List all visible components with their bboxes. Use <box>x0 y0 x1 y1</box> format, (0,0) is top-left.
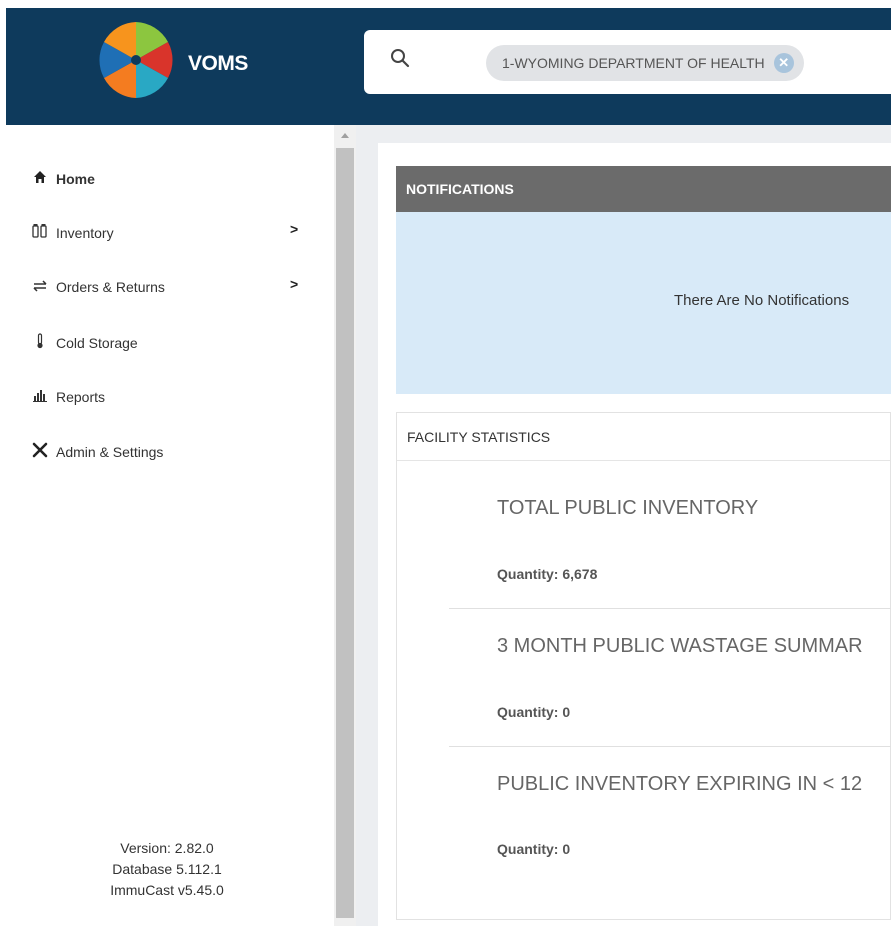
exchange-icon <box>32 279 48 295</box>
notifications-empty-message: There Are No Notifications <box>674 292 850 309</box>
facility-statistics-card: FACILITY STATISTICS TOTAL PUBLIC INVENTO… <box>396 412 891 920</box>
chevron-right-icon[interactable]: > <box>290 276 298 292</box>
sidebar-item-orders-returns[interactable]: Orders & Returns <box>32 279 165 295</box>
search-icon <box>391 49 410 68</box>
sidebar-scrollbar[interactable] <box>334 125 356 926</box>
divider <box>449 746 891 747</box>
notifications-body: There Are No Notifications <box>396 212 891 394</box>
sidebar-item-cold-storage[interactable]: Cold Storage <box>32 333 138 352</box>
facility-chip: 1-WYOMING DEPARTMENT OF HEALTH ✕ <box>486 45 804 81</box>
bar-chart-icon <box>32 388 48 405</box>
divider <box>449 608 891 609</box>
sidebar-item-label: Reports <box>56 388 106 405</box>
sidebar-item-label: Admin & Settings <box>56 443 164 460</box>
notifications-header: NOTIFICATIONS <box>396 166 891 212</box>
sidebar-item-reports[interactable]: Reports <box>32 388 105 405</box>
chevron-right-icon[interactable]: > <box>290 221 298 237</box>
facility-chip-label: 1-WYOMING DEPARTMENT OF HEALTH <box>502 55 765 71</box>
top-bar: VOMS 1-WYOMING DEPARTMENT OF HEALTH ✕ <box>6 8 891 125</box>
brand-name: VOMS <box>188 52 248 75</box>
stat-title: 3 MONTH PUBLIC WASTAGE SUMMAR <box>497 635 863 657</box>
stat-title: TOTAL PUBLIC INVENTORY <box>497 497 759 519</box>
vials-icon <box>32 224 48 241</box>
sidebar-item-label: Home <box>56 170 95 187</box>
stat-quantity: Quantity: 0 <box>497 704 571 720</box>
sidebar-item-label: Cold Storage <box>56 334 138 351</box>
scrollbar-thumb[interactable] <box>336 148 354 918</box>
immucast-version: ImmuCast v5.45.0 <box>110 882 224 898</box>
sidebar-item-label: Inventory <box>56 224 114 241</box>
home-icon <box>32 170 48 187</box>
facility-statistics-header: FACILITY STATISTICS <box>397 413 890 461</box>
scroll-up-arrow-icon[interactable] <box>341 133 349 138</box>
facility-statistics-title: FACILITY STATISTICS <box>407 428 551 445</box>
notifications-title: NOTIFICATIONS <box>406 181 514 197</box>
sidebar-item-label: Orders & Returns <box>56 279 165 295</box>
app-version: Version: 2.82.0 <box>120 840 214 856</box>
stat-quantity: Quantity: 0 <box>497 841 571 857</box>
sidebar-item-home[interactable]: Home <box>32 170 95 187</box>
version-info: Version: 2.82.0 Database 5.112.1 ImmuCas… <box>0 838 334 901</box>
sidebar-item-inventory[interactable]: Inventory <box>32 224 114 241</box>
tools-icon <box>32 442 48 461</box>
remove-chip-icon[interactable]: ✕ <box>773 53 794 73</box>
thermometer-icon <box>32 333 48 352</box>
voms-logo[interactable] <box>98 20 174 100</box>
facility-search-box[interactable]: 1-WYOMING DEPARTMENT OF HEALTH ✕ <box>364 30 891 94</box>
sidebar <box>0 125 334 926</box>
sidebar-item-admin-settings[interactable]: Admin & Settings <box>32 442 163 461</box>
stat-quantity: Quantity: 6,678 <box>497 566 598 582</box>
database-version: Database 5.112.1 <box>112 861 222 877</box>
stat-title: PUBLIC INVENTORY EXPIRING IN < 12 <box>497 773 863 795</box>
